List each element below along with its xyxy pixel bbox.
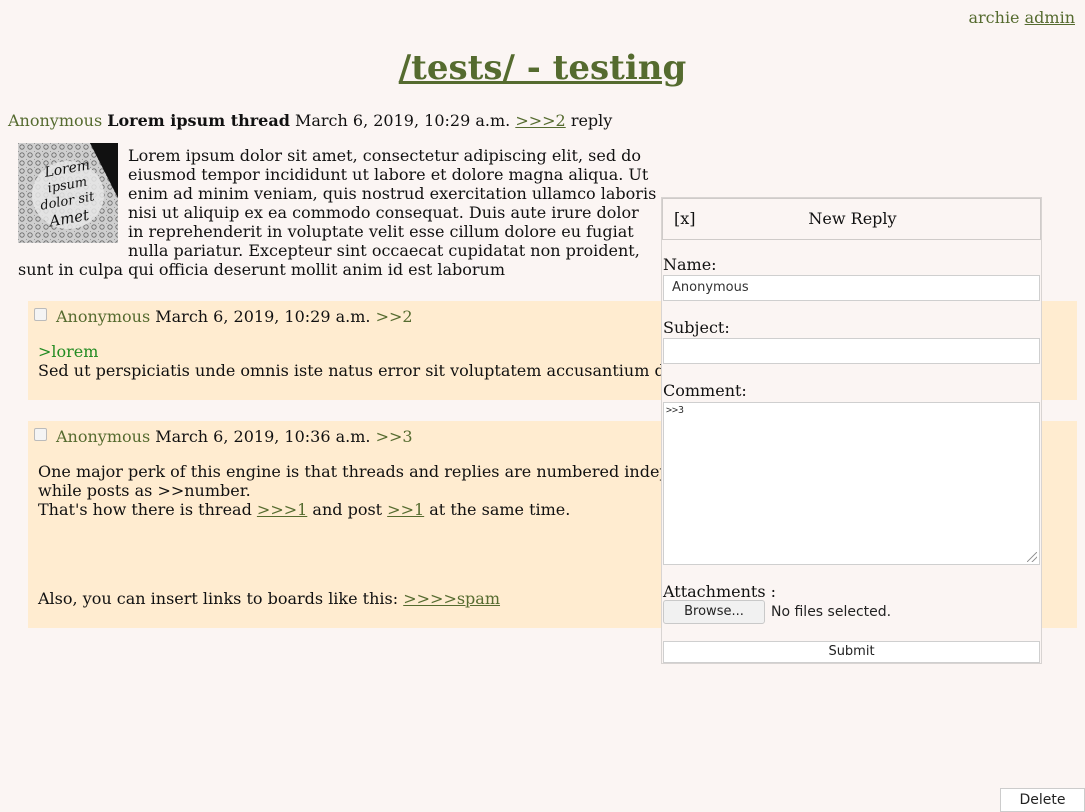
subject-field[interactable] — [663, 338, 1040, 364]
op-author: Anonymous — [8, 111, 103, 130]
reply-text: Sed ut perspiciatis unde omnis iste natu… — [38, 361, 675, 380]
reply-date: March 6, 2019, 10:29 a.m. — [155, 307, 371, 326]
reply-checkbox[interactable] — [34, 428, 47, 441]
comment-text: >>3 — [666, 405, 685, 416]
reply-body-extra: Also, you can insert links to boards lik… — [38, 589, 500, 608]
subject-label: Subject: — [663, 318, 730, 337]
file-status: No files selected. — [771, 604, 892, 620]
reply-checkbox[interactable] — [34, 308, 47, 321]
top-nav: archie admin — [968, 8, 1075, 27]
board-title: /tests/ - testing — [0, 48, 1085, 88]
reply-form-title: New Reply — [808, 209, 897, 228]
username: archie — [968, 8, 1020, 27]
delete-button[interactable]: Delete — [1000, 788, 1085, 812]
reply-text: at the same time. — [424, 500, 571, 519]
reply-form-header[interactable]: [x] New Reply — [662, 198, 1041, 240]
resize-handle-icon[interactable] — [1027, 552, 1037, 562]
reply-text: That's how there is thread — [38, 500, 257, 519]
reply-post-number[interactable]: >>3 — [376, 427, 413, 446]
submit-button[interactable]: Submit — [663, 641, 1040, 663]
reply-author: Anonymous — [56, 427, 151, 446]
post-link[interactable]: >>1 — [387, 500, 424, 519]
attachments-label: Attachments : — [663, 582, 776, 601]
name-label: Name: — [663, 255, 717, 274]
reply-header: Anonymous March 6, 2019, 10:29 a.m. >>2 — [56, 307, 413, 326]
thread-link[interactable]: >>>1 — [257, 500, 307, 519]
op-post: Lorem ipsum dolor sit Amet Lorem ipsum d… — [18, 143, 658, 279]
board-link[interactable]: >>>>spam — [403, 589, 500, 608]
op-header: Anonymous Lorem ipsum thread March 6, 20… — [8, 111, 612, 130]
name-field[interactable]: Anonymous — [663, 275, 1040, 301]
op-subject: Lorem ipsum thread — [107, 111, 290, 130]
reply-body: One major perk of this engine is that th… — [38, 462, 670, 519]
op-thread-link[interactable]: >>>2 — [515, 111, 565, 130]
reply-header: Anonymous March 6, 2019, 10:36 a.m. >>3 — [56, 427, 413, 446]
reply-text-line: That's how there is thread >>>1 and post… — [38, 500, 670, 519]
board-title-link[interactable]: /tests/ - testing — [399, 48, 687, 88]
reply-form: [x] New Reply Name: Anonymous Subject: C… — [661, 197, 1042, 664]
reply-body: >lorem Sed ut perspiciatis unde omnis is… — [38, 342, 674, 380]
comment-textarea[interactable]: >>3 — [663, 402, 1040, 565]
reply-post-number[interactable]: >>2 — [376, 307, 413, 326]
reply-author: Anonymous — [56, 307, 151, 326]
op-date: March 6, 2019, 10:29 a.m. — [294, 111, 511, 130]
reply-text: Also, you can insert links to boards lik… — [38, 589, 404, 608]
admin-link[interactable]: admin — [1025, 8, 1075, 27]
op-thumbnail[interactable]: Lorem ipsum dolor sit Amet — [18, 143, 118, 243]
reply-text-line: while posts as >>number. — [38, 481, 251, 500]
reply-greentext: >lorem — [38, 342, 99, 361]
reply-date: March 6, 2019, 10:36 a.m. — [155, 427, 371, 446]
op-reply-link[interactable]: reply — [571, 111, 613, 130]
browse-button[interactable]: Browse... — [663, 600, 765, 624]
comment-label: Comment: — [663, 381, 747, 400]
reply-text: and post — [307, 500, 388, 519]
reply-text-line: One major perk of this engine is that th… — [38, 462, 670, 481]
